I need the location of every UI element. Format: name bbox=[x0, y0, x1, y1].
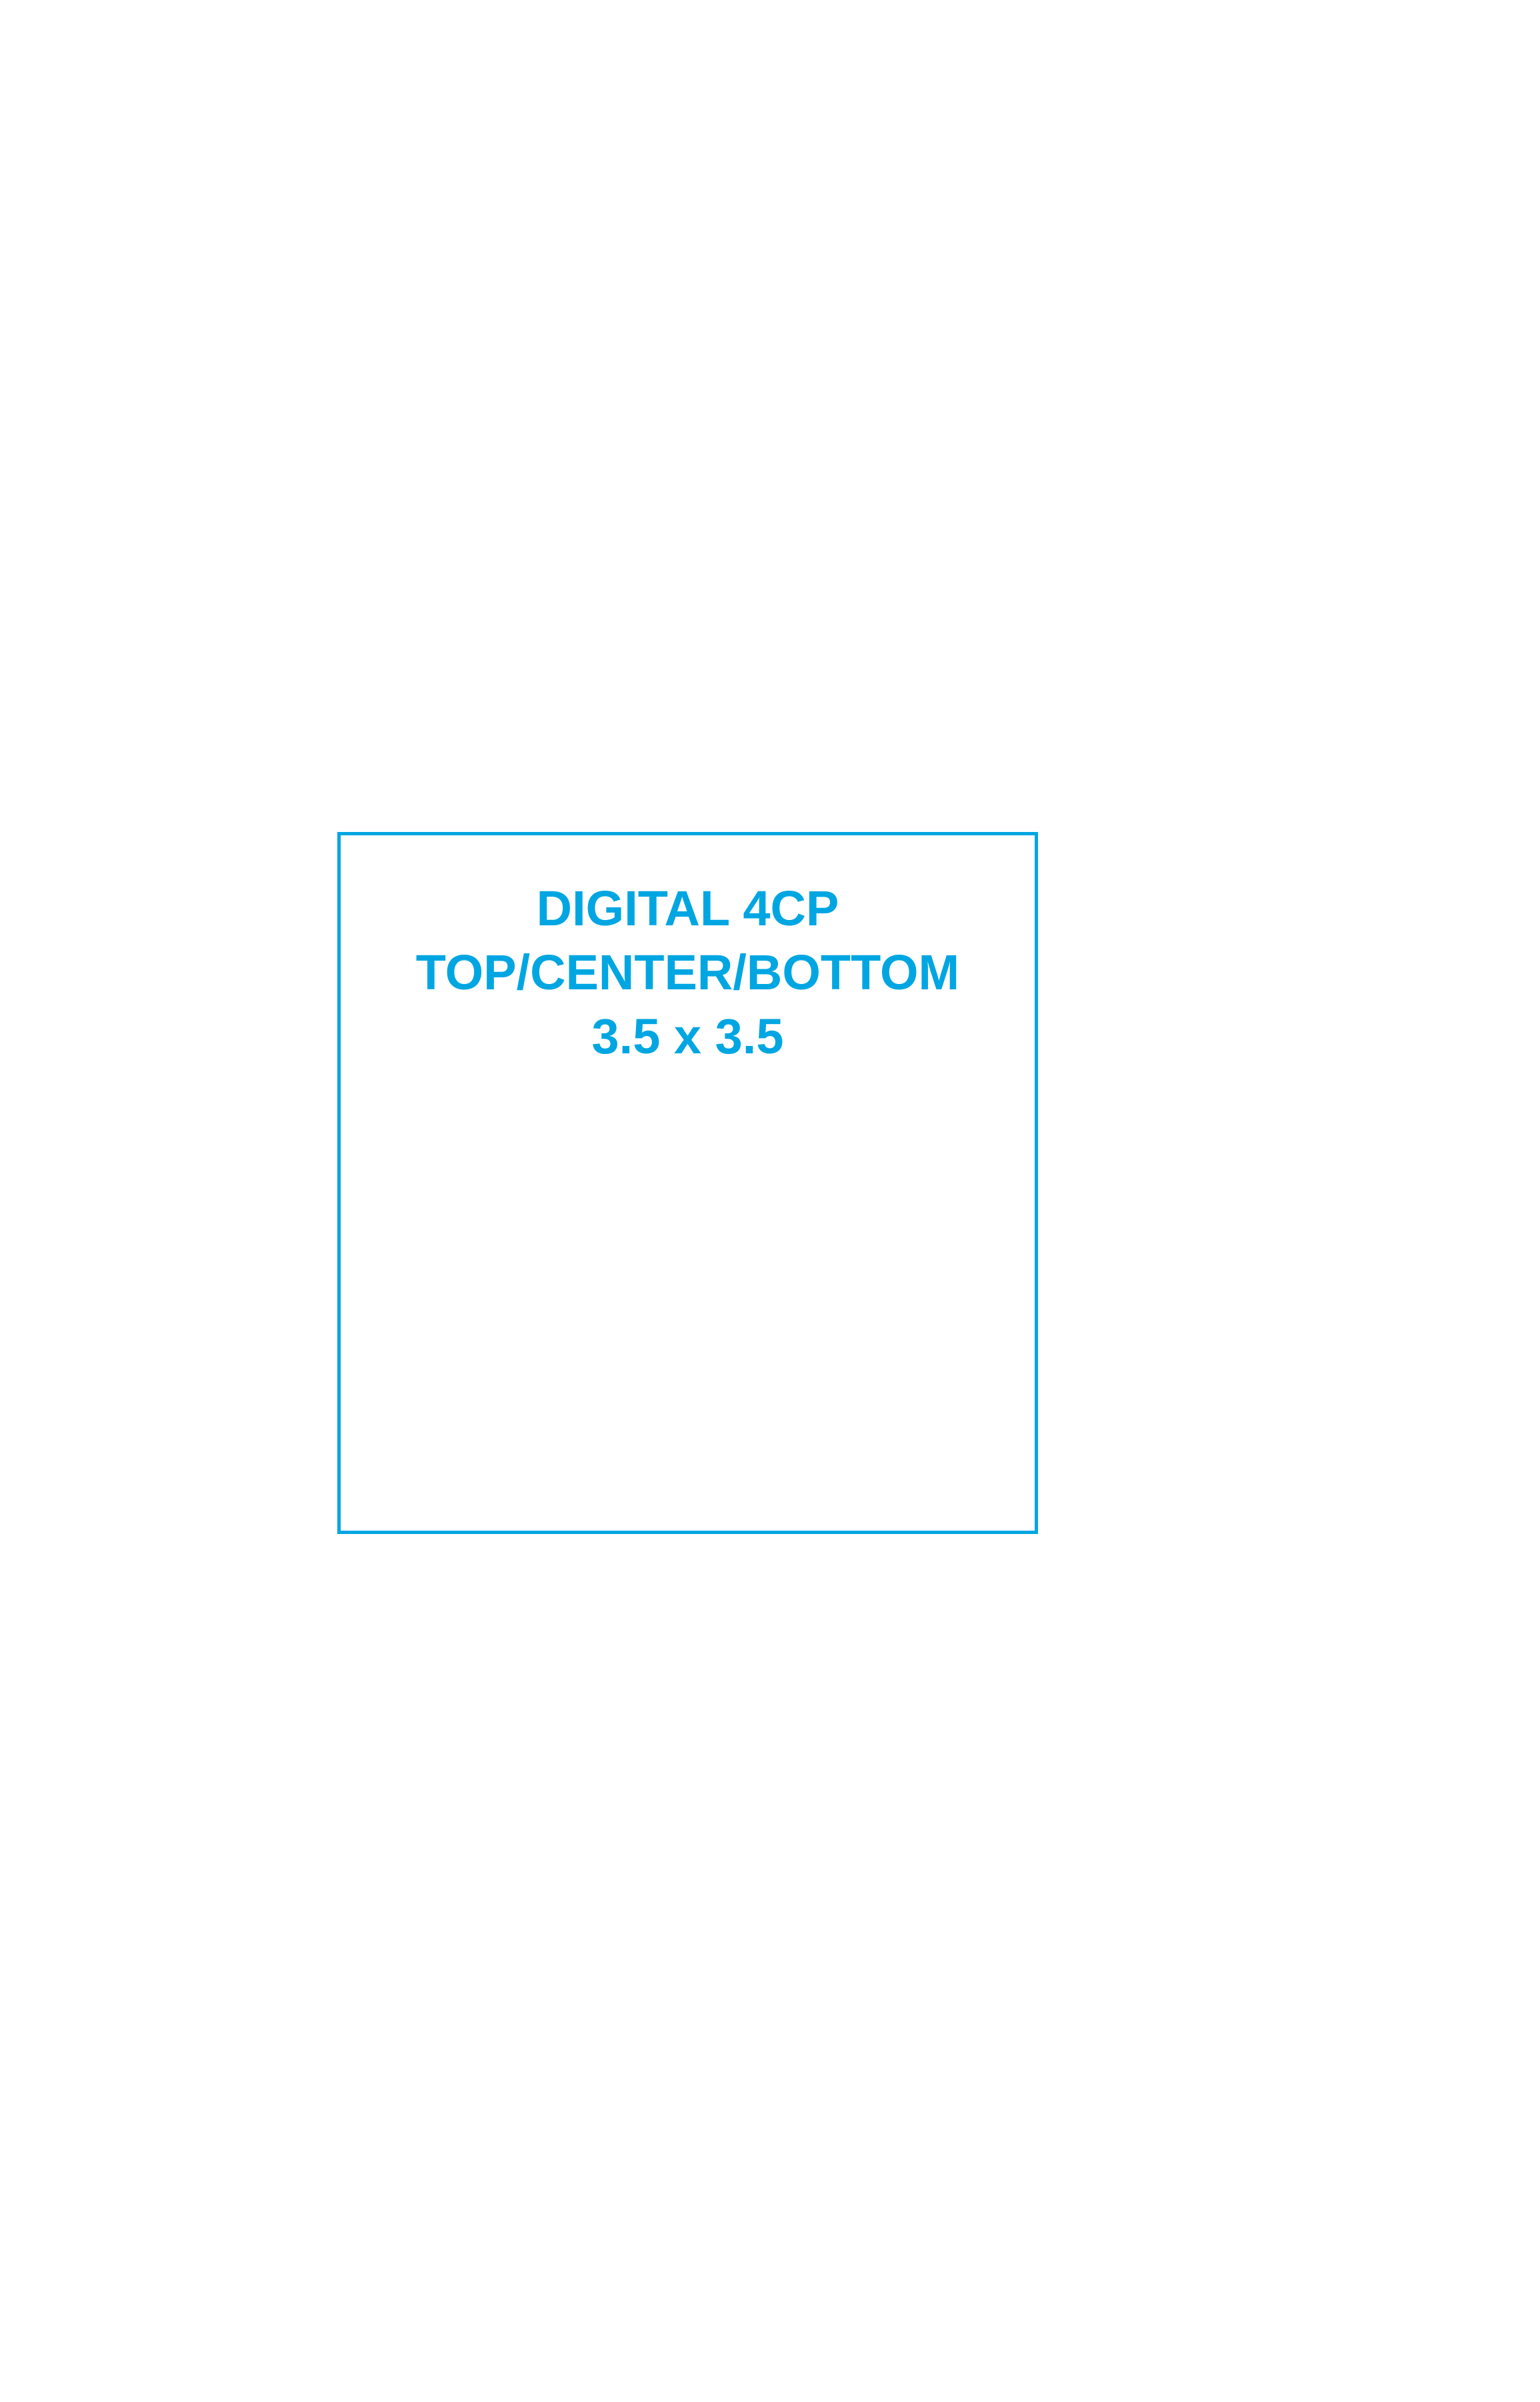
print-template-box: DIGITAL 4CP TOP/CENTER/BOTTOM 3.5 x 3.5 bbox=[337, 832, 1038, 1534]
template-position: TOP/CENTER/BOTTOM bbox=[415, 945, 960, 1000]
template-size: 3.5 x 3.5 bbox=[591, 1009, 784, 1064]
template-title: DIGITAL 4CP bbox=[536, 881, 839, 936]
template-label: DIGITAL 4CP TOP/CENTER/BOTTOM 3.5 x 3.5 bbox=[341, 877, 1035, 1069]
